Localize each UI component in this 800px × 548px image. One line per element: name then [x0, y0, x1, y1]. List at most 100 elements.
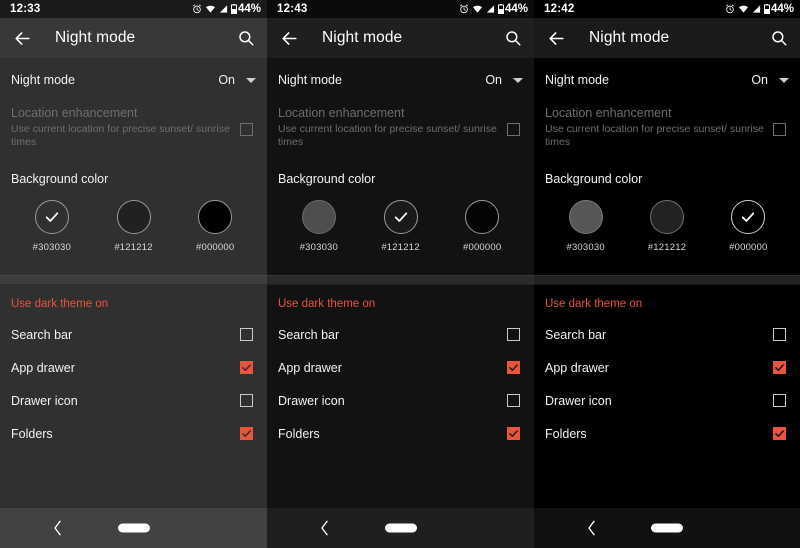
- toggle-row-drawer-icon[interactable]: Drawer icon: [267, 384, 534, 417]
- app-bar: Night mode: [267, 18, 534, 58]
- toggle-label: Search bar: [11, 327, 73, 342]
- checkbox-drawer-icon[interactable]: [240, 394, 253, 407]
- setting-night-mode-label: Night mode: [545, 73, 609, 87]
- color-swatch-label: #000000: [729, 242, 768, 253]
- toggle-row-app-drawer[interactable]: App drawer: [0, 351, 267, 384]
- color-swatch-option[interactable]: #121212: [360, 200, 442, 253]
- setting-night-mode[interactable]: Night mode On: [534, 65, 800, 95]
- battery-icon: [230, 4, 237, 14]
- section-divider: [0, 275, 267, 285]
- app-bar: Night mode: [0, 18, 267, 58]
- search-icon[interactable]: [502, 27, 524, 49]
- color-swatch-circle[interactable]: [649, 200, 684, 234]
- back-arrow-icon[interactable]: [11, 27, 33, 49]
- status-bar: 12:43 44%: [267, 0, 534, 18]
- toggle-row-folders[interactable]: Folders: [534, 417, 800, 450]
- alarm-icon: [459, 4, 469, 14]
- content-filler: [0, 450, 267, 508]
- content-filler: [534, 450, 800, 508]
- color-swatch-option[interactable]: #000000: [441, 200, 523, 253]
- settings-content: Night mode On Location enhancement Use c…: [267, 58, 534, 508]
- checkbox-app-drawer[interactable]: [507, 361, 520, 374]
- toggle-row-search-bar[interactable]: Search bar: [0, 318, 267, 351]
- color-swatch-circle[interactable]: [198, 200, 233, 234]
- color-swatch-circle[interactable]: [383, 200, 418, 234]
- color-swatch-label: #121212: [647, 242, 687, 253]
- color-swatch-option[interactable]: #303030: [11, 200, 93, 253]
- location-enhancement-checkbox: [507, 123, 520, 136]
- checkbox-search-bar[interactable]: [240, 328, 253, 341]
- color-swatch-circle[interactable]: [34, 200, 69, 234]
- toggle-row-app-drawer[interactable]: App drawer: [534, 351, 800, 384]
- color-swatch-option[interactable]: #000000: [708, 200, 789, 253]
- color-swatch-circle[interactable]: [731, 200, 766, 234]
- background-color-heading: Background color: [11, 172, 109, 186]
- search-icon[interactable]: [235, 27, 257, 49]
- toggle-label: Folders: [278, 426, 320, 441]
- dark-theme-toggle-list: Search bar App drawer Drawer icon Folder…: [0, 318, 267, 450]
- background-color-heading: Background color: [545, 172, 643, 186]
- background-color-heading: Background color: [278, 172, 376, 186]
- dark-theme-heading: Use dark theme on: [278, 298, 376, 310]
- checkbox-folders[interactable]: [507, 427, 520, 440]
- page-title: Night mode: [589, 29, 670, 46]
- search-icon[interactable]: [768, 27, 790, 49]
- toggle-row-search-bar[interactable]: Search bar: [534, 318, 800, 351]
- nav-back-icon[interactable]: [52, 520, 63, 536]
- checkbox-app-drawer[interactable]: [240, 361, 253, 374]
- color-swatch-label: #121212: [381, 242, 420, 253]
- color-swatch-circle[interactable]: [301, 200, 336, 234]
- phone-screen-1: 12:33 44% Night mode Night mode On Locat…: [0, 0, 267, 548]
- battery-icon: [497, 4, 504, 14]
- setting-night-mode-value: On: [485, 73, 502, 87]
- nav-back-icon[interactable]: [319, 520, 330, 536]
- setting-night-mode[interactable]: Night mode On: [0, 65, 267, 95]
- home-pill-icon[interactable]: [651, 523, 683, 533]
- color-swatch-option[interactable]: #303030: [545, 200, 626, 253]
- color-swatch-circle[interactable]: [465, 200, 500, 234]
- checkbox-drawer-icon[interactable]: [507, 394, 520, 407]
- checkbox-search-bar[interactable]: [773, 328, 786, 341]
- checkbox-search-bar[interactable]: [507, 328, 520, 341]
- checkbox-folders[interactable]: [240, 427, 253, 440]
- toggle-label: App drawer: [278, 360, 342, 375]
- toggle-row-folders[interactable]: Folders: [267, 417, 534, 450]
- home-pill-icon[interactable]: [384, 523, 417, 533]
- chevron-down-icon[interactable]: [246, 77, 256, 83]
- color-swatch-circle[interactable]: [568, 200, 603, 234]
- color-swatch-label: #000000: [195, 242, 235, 253]
- back-arrow-icon[interactable]: [278, 27, 300, 49]
- dark-theme-heading: Use dark theme on: [11, 298, 109, 310]
- setting-location-title: Location enhancement: [545, 106, 672, 120]
- toggle-row-search-bar[interactable]: Search bar: [267, 318, 534, 351]
- background-color-swatches: #303030 #121212 #000000: [534, 200, 800, 253]
- checkbox-app-drawer[interactable]: [773, 361, 786, 374]
- color-swatch-option[interactable]: #121212: [93, 200, 175, 253]
- toggle-label: App drawer: [11, 360, 75, 375]
- color-swatch-option[interactable]: #000000: [174, 200, 256, 253]
- status-bar-clock: 12:43: [277, 3, 308, 15]
- toggle-row-drawer-icon[interactable]: Drawer icon: [534, 384, 800, 417]
- checkbox-folders[interactable]: [773, 427, 786, 440]
- page-title: Night mode: [322, 29, 403, 46]
- wifi-icon: [205, 4, 216, 14]
- setting-night-mode-label: Night mode: [278, 73, 342, 87]
- back-arrow-icon[interactable]: [545, 27, 567, 49]
- chevron-down-icon[interactable]: [779, 77, 789, 83]
- color-swatch-option[interactable]: #303030: [278, 200, 360, 253]
- toggle-row-folders[interactable]: Folders: [0, 417, 267, 450]
- chevron-down-icon[interactable]: [513, 77, 523, 83]
- home-pill-icon[interactable]: [117, 523, 150, 533]
- toggle-row-app-drawer[interactable]: App drawer: [267, 351, 534, 384]
- toggle-row-drawer-icon[interactable]: Drawer icon: [0, 384, 267, 417]
- toggle-label: Drawer icon: [11, 393, 78, 408]
- status-bar-clock: 12:33: [10, 3, 41, 15]
- battery-icon: [763, 4, 770, 14]
- checkbox-drawer-icon[interactable]: [773, 394, 786, 407]
- color-swatch-option[interactable]: #121212: [626, 200, 707, 253]
- setting-night-mode[interactable]: Night mode On: [267, 65, 534, 95]
- color-swatch-circle[interactable]: [116, 200, 151, 234]
- page-title: Night mode: [55, 29, 136, 46]
- background-color-swatches: #303030 #121212 #000000: [0, 200, 267, 253]
- nav-back-icon[interactable]: [586, 520, 597, 536]
